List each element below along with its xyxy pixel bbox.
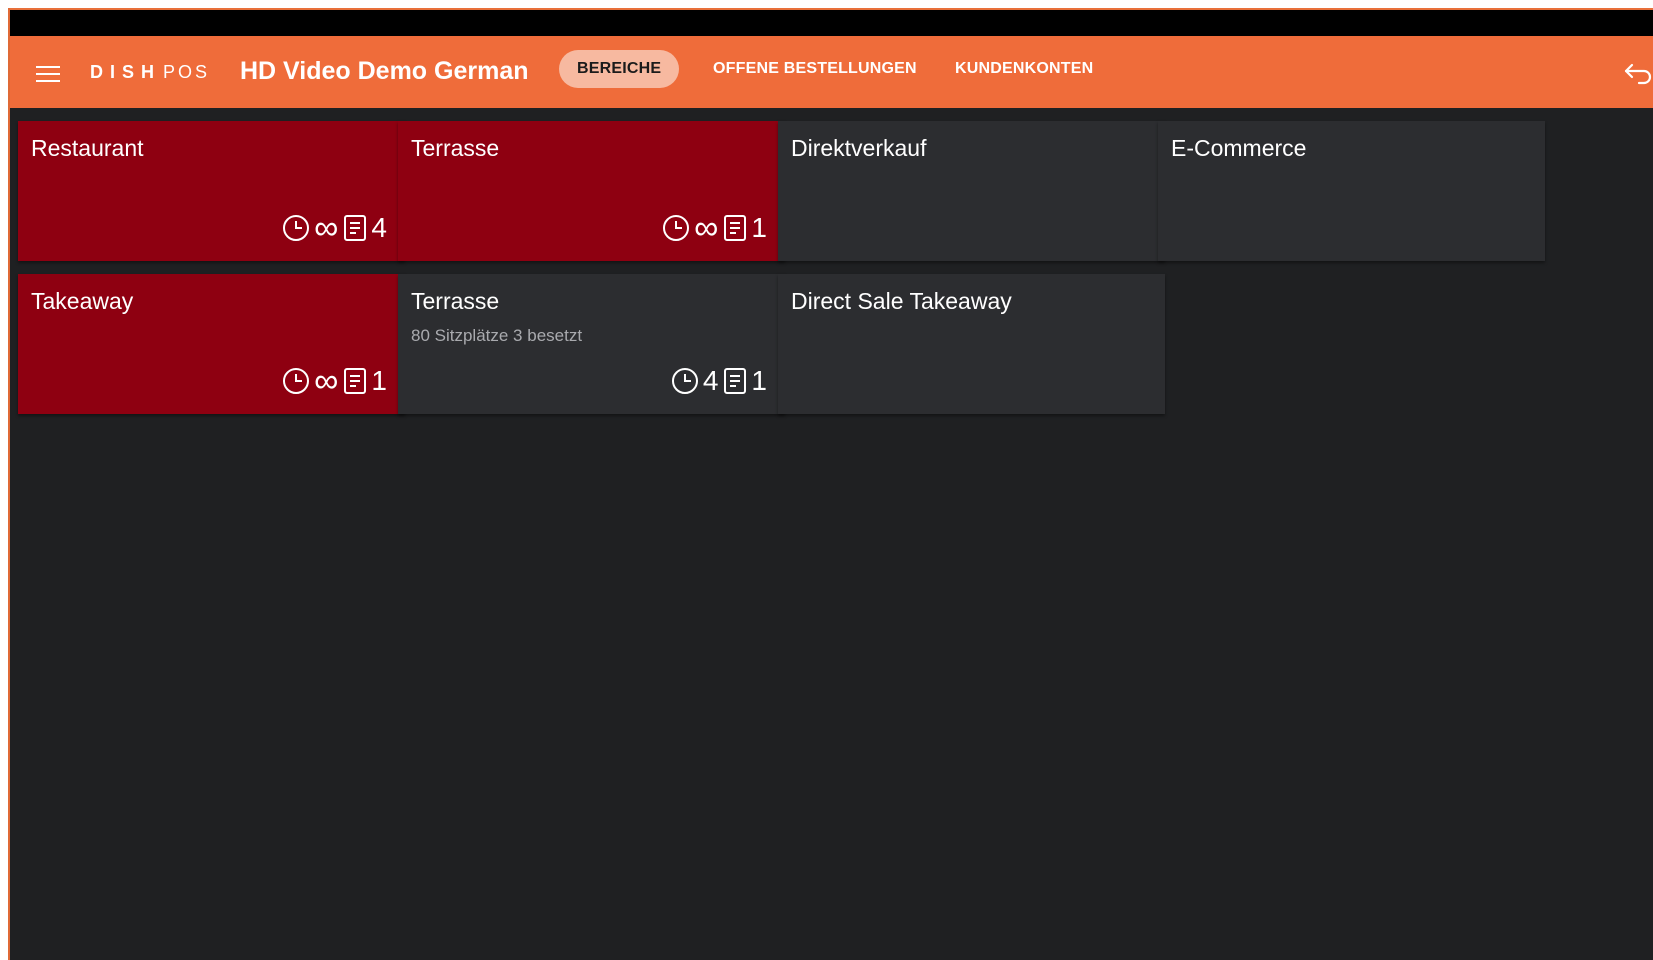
area-tile-terrasse[interactable]: Terrasse ∞ 1 — [398, 121, 785, 261]
time-value: ∞ — [694, 209, 719, 247]
time-value: 4 — [702, 365, 719, 396]
tab-kundenkonten[interactable]: KUNDENKONTEN — [937, 50, 1111, 88]
clock-icon — [281, 366, 311, 396]
tab-offene-bestellungen[interactable]: OFFENE BESTELLUNGEN — [695, 50, 935, 88]
area-name: Takeaway — [31, 288, 134, 314]
menu-icon[interactable] — [36, 66, 60, 82]
area-name: Direct Sale Takeaway — [791, 288, 1012, 314]
clock-icon — [670, 366, 700, 396]
area-stats: ∞ 1 — [281, 362, 391, 400]
area-tile-takeaway[interactable]: Takeaway ∞ 1 — [18, 274, 405, 414]
area-tile-direct-sale-takeaway[interactable]: Direct Sale Takeaway — [778, 274, 1165, 414]
area-name: Direktverkauf — [791, 135, 927, 161]
back-icon[interactable] — [1623, 60, 1653, 86]
order-count: 1 — [751, 365, 767, 396]
order-count: 1 — [751, 212, 767, 243]
area-name: Terrasse — [411, 135, 500, 161]
area-stats: 4 1 — [670, 366, 771, 396]
time-value: ∞ — [314, 362, 339, 400]
pos-screen: DISH POS HD Video Demo German BEREICHE OF… — [8, 8, 1653, 960]
receipt-icon — [722, 366, 748, 396]
order-count: 1 — [371, 365, 387, 396]
venue-title: HD Video Demo German — [240, 57, 529, 85]
receipt-icon — [342, 213, 368, 243]
area-stats: ∞ 4 — [281, 209, 391, 247]
status-bar — [10, 8, 1653, 36]
area-tile-e-commerce[interactable]: E-Commerce — [1158, 121, 1545, 261]
time-value: ∞ — [314, 209, 339, 247]
app-bar: DISH POS HD Video Demo German BEREICHE OF… — [10, 36, 1653, 108]
area-name: Restaurant — [31, 135, 144, 161]
tab-bereiche[interactable]: BEREICHE — [559, 50, 680, 88]
clock-icon — [661, 213, 691, 243]
area-tile-direktverkauf[interactable]: Direktverkauf — [778, 121, 1165, 261]
area-seat-info: 80 Sitzplätze 3 besetzt — [411, 326, 583, 345]
receipt-icon — [722, 213, 748, 243]
area-tile-restaurant[interactable]: Restaurant ∞ 4 — [18, 121, 405, 261]
order-count: 4 — [371, 212, 387, 243]
clock-icon — [281, 213, 311, 243]
area-name: Terrasse — [411, 288, 500, 314]
brand-logo: DISH POS — [90, 62, 211, 82]
receipt-icon — [342, 366, 368, 396]
area-name: E-Commerce — [1171, 135, 1307, 161]
area-tile-terrasse-2[interactable]: Terrasse 80 Sitzplätze 3 besetzt 4 1 — [398, 274, 785, 414]
area-stats: ∞ 1 — [661, 209, 771, 247]
